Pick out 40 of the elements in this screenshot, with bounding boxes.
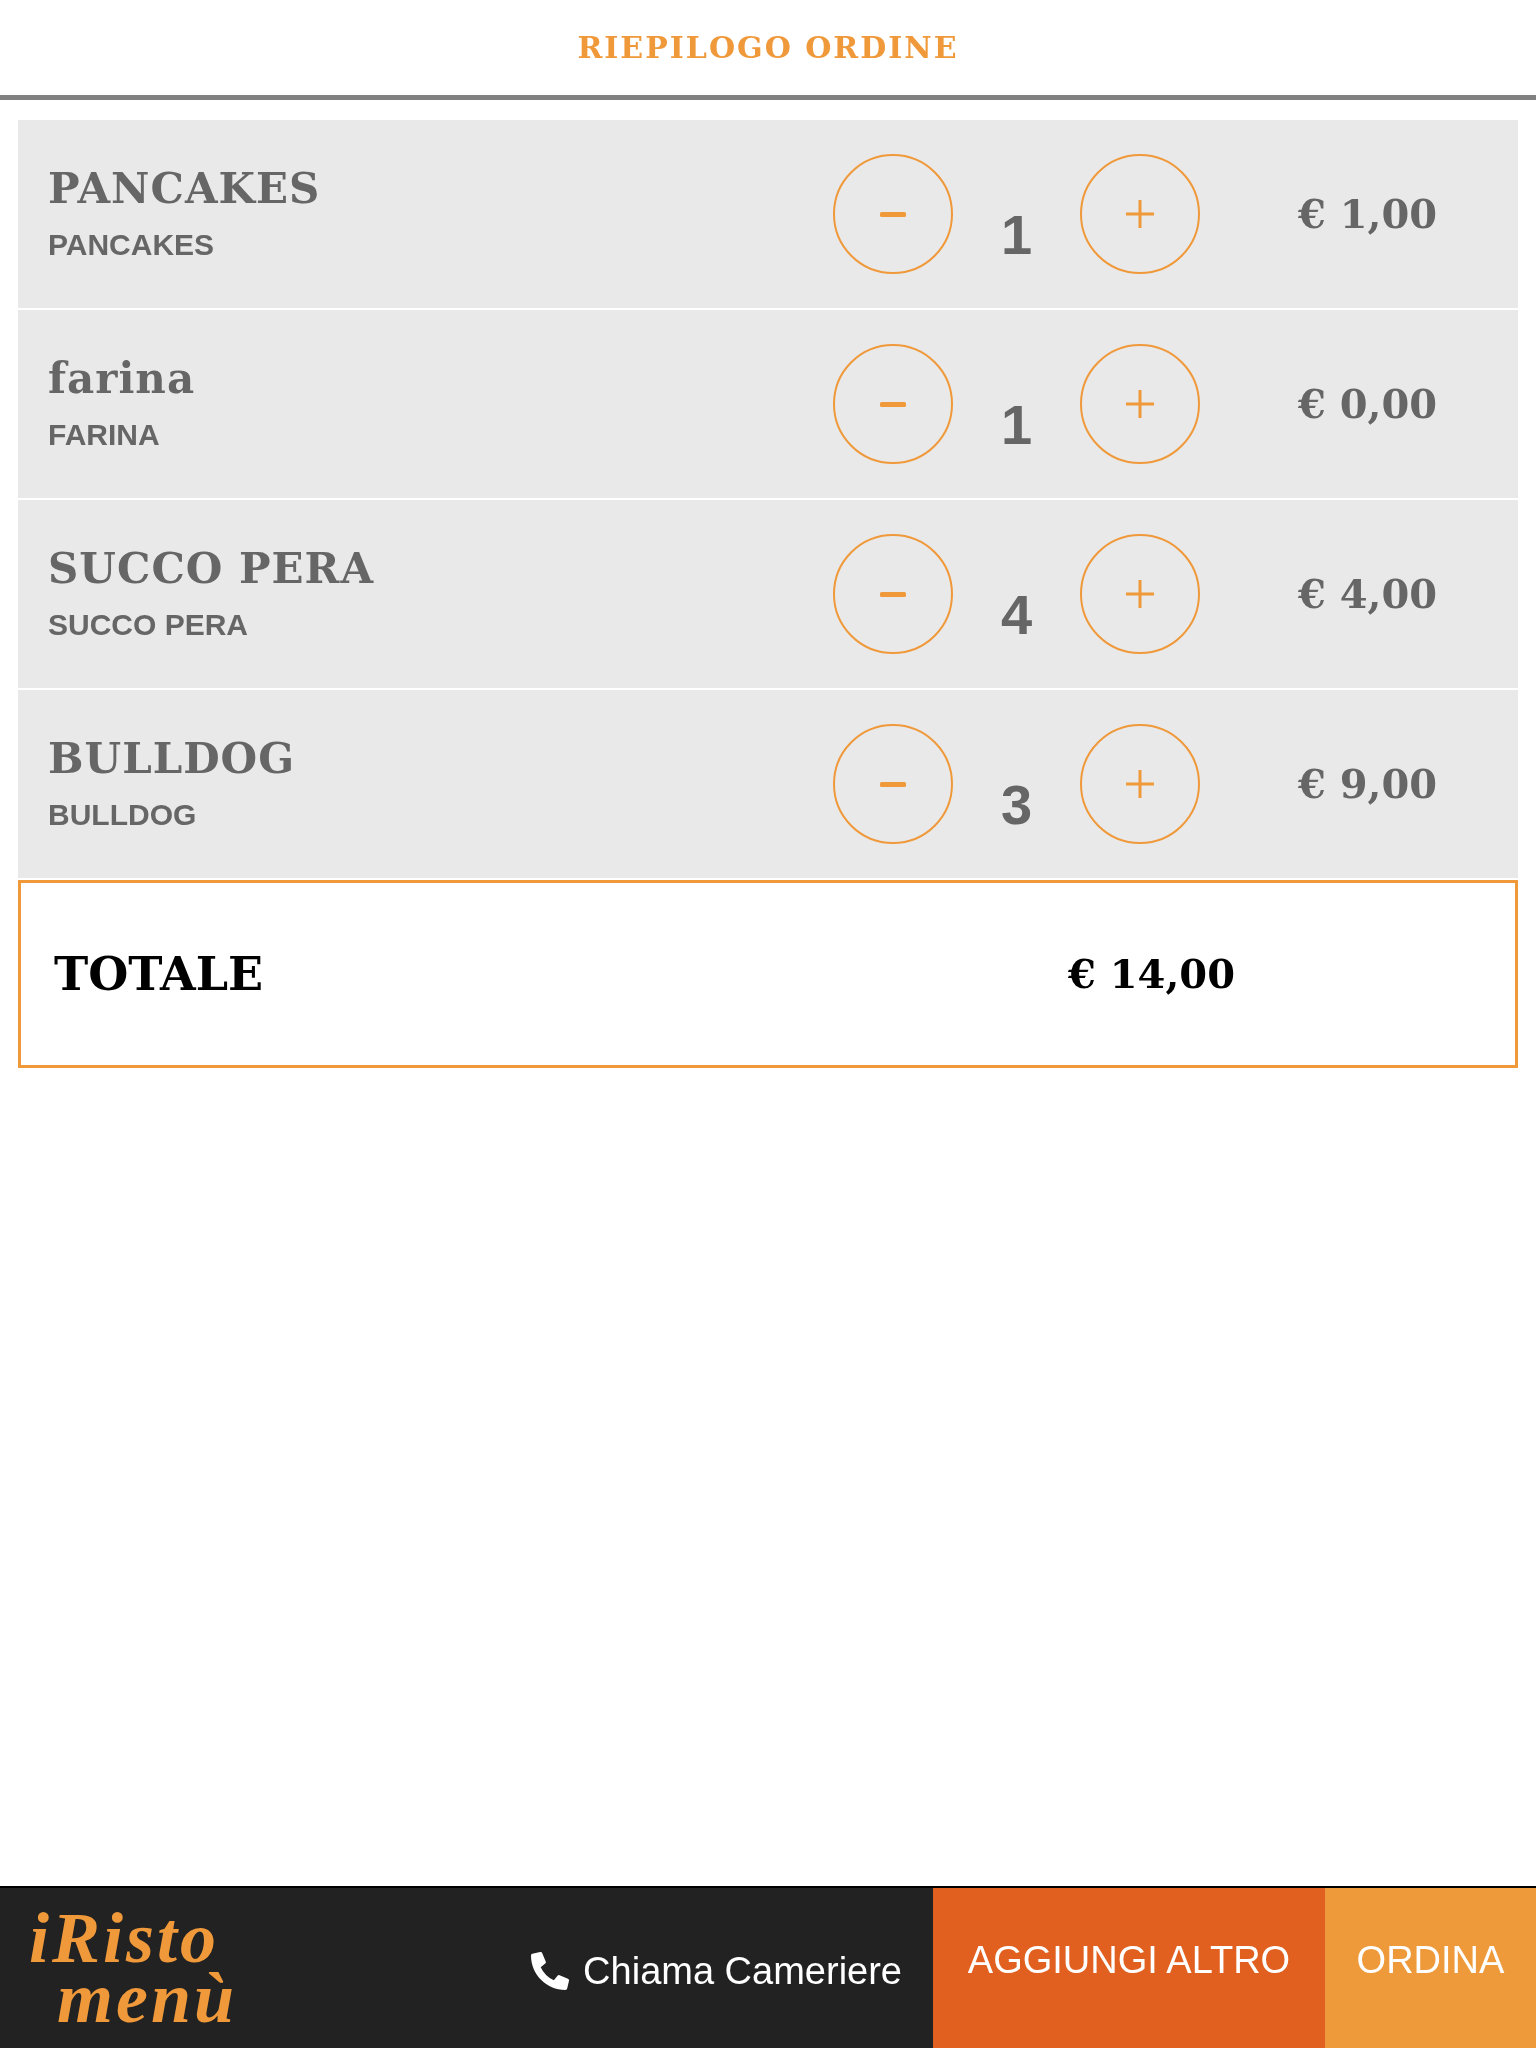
order-button[interactable]: ORDINA xyxy=(1325,1888,1536,2048)
item-price: € 4,00 xyxy=(1298,574,1438,614)
item-name: SUCCO PERA xyxy=(48,546,375,592)
plus-icon xyxy=(1126,770,1154,798)
item-quantity: 4 xyxy=(1000,587,1033,643)
logo: iRisto menù xyxy=(29,1908,238,2028)
minus-icon xyxy=(880,401,906,407)
item-subtitle: FARINA xyxy=(48,418,160,452)
minus-icon xyxy=(880,781,906,787)
item-price: € 9,00 xyxy=(1298,764,1438,804)
phone-icon xyxy=(531,1952,570,1990)
item-quantity: 1 xyxy=(1000,397,1033,453)
item-name: BULLDOG xyxy=(48,736,296,782)
page-title: RIEPILOGO ORDINE xyxy=(577,32,959,63)
total-label: TOTALE xyxy=(54,951,264,997)
plus-icon xyxy=(1126,390,1154,418)
decrease-button[interactable] xyxy=(833,724,953,844)
plus-icon xyxy=(1126,580,1154,608)
minus-icon xyxy=(880,591,906,597)
decrease-button[interactable] xyxy=(833,154,953,274)
item-name: PANCAKES xyxy=(48,166,321,212)
increase-button[interactable] xyxy=(1080,154,1200,274)
plus-icon xyxy=(1126,200,1154,228)
total-amount: € 14,00 xyxy=(1068,954,1235,994)
item-subtitle: BULLDOG xyxy=(48,798,197,832)
call-waiter-button[interactable]: Chiama Cameriere xyxy=(531,1949,902,1993)
increase-button[interactable] xyxy=(1080,344,1200,464)
item-subtitle: PANCAKES xyxy=(48,228,215,262)
item-subtitle: SUCCO PERA xyxy=(48,608,249,642)
add-more-button[interactable]: AGGIUNGI ALTRO xyxy=(933,1888,1325,2048)
increase-button[interactable] xyxy=(1080,534,1200,654)
item-price: € 1,00 xyxy=(1298,194,1438,234)
minus-icon xyxy=(880,211,906,217)
item-name: farina xyxy=(48,356,196,402)
increase-button[interactable] xyxy=(1080,724,1200,844)
item-quantity: 3 xyxy=(1000,777,1033,833)
decrease-button[interactable] xyxy=(833,344,953,464)
item-price: € 0,00 xyxy=(1298,384,1438,424)
item-quantity: 1 xyxy=(1000,207,1033,263)
decrease-button[interactable] xyxy=(833,534,953,654)
